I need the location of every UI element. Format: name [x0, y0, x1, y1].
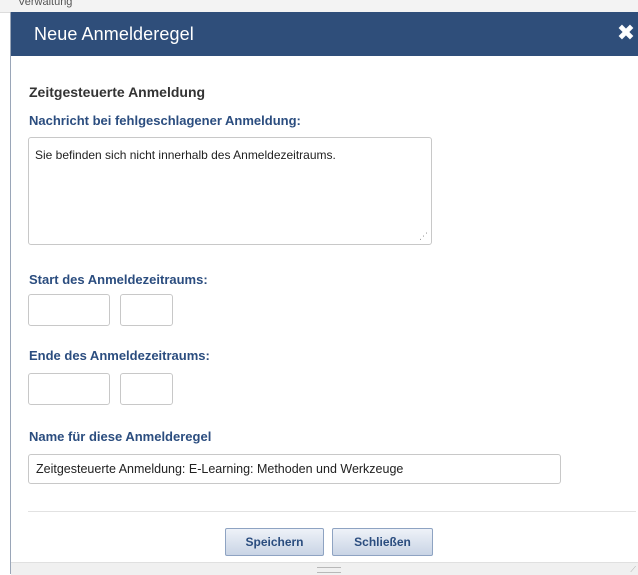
start-label: Start des Anmeldezeitraums: [29, 272, 208, 287]
resize-grip-icon[interactable]: ⋰ [419, 231, 429, 241]
message-textarea[interactable]: Sie befinden sich nicht innerhalb des An… [28, 137, 432, 245]
background-text: Verwaltung [18, 0, 73, 8]
footer-divider [28, 511, 636, 512]
start-time-input[interactable] [120, 294, 173, 326]
save-button[interactable]: Speichern [225, 528, 324, 556]
dialog-titlebar: Neue Anmelderegel ✖ [11, 12, 638, 56]
close-icon[interactable]: ✖ [615, 20, 637, 46]
message-label: Nachricht bei fehlgeschlagener Anmeldung… [29, 113, 301, 128]
close-button[interactable]: Schließen [332, 528, 433, 556]
end-date-input[interactable] [28, 373, 110, 405]
rule-name-input[interactable] [28, 454, 561, 484]
section-heading: Zeitgesteuerte Anmeldung [29, 84, 206, 100]
dialog-bottom-bar: ⟋ [11, 562, 638, 575]
start-date-input[interactable] [28, 294, 110, 326]
name-label: Name für diese Anmelderegel [29, 429, 212, 444]
end-time-input[interactable] [120, 373, 173, 405]
new-login-rule-dialog: Neue Anmelderegel ✖ Zeitgesteuerte Anmel… [10, 12, 638, 575]
drag-handle-icon[interactable] [317, 567, 341, 573]
end-label: Ende des Anmeldezeitraums: [29, 348, 210, 363]
dialog-title: Neue Anmelderegel [34, 24, 194, 44]
